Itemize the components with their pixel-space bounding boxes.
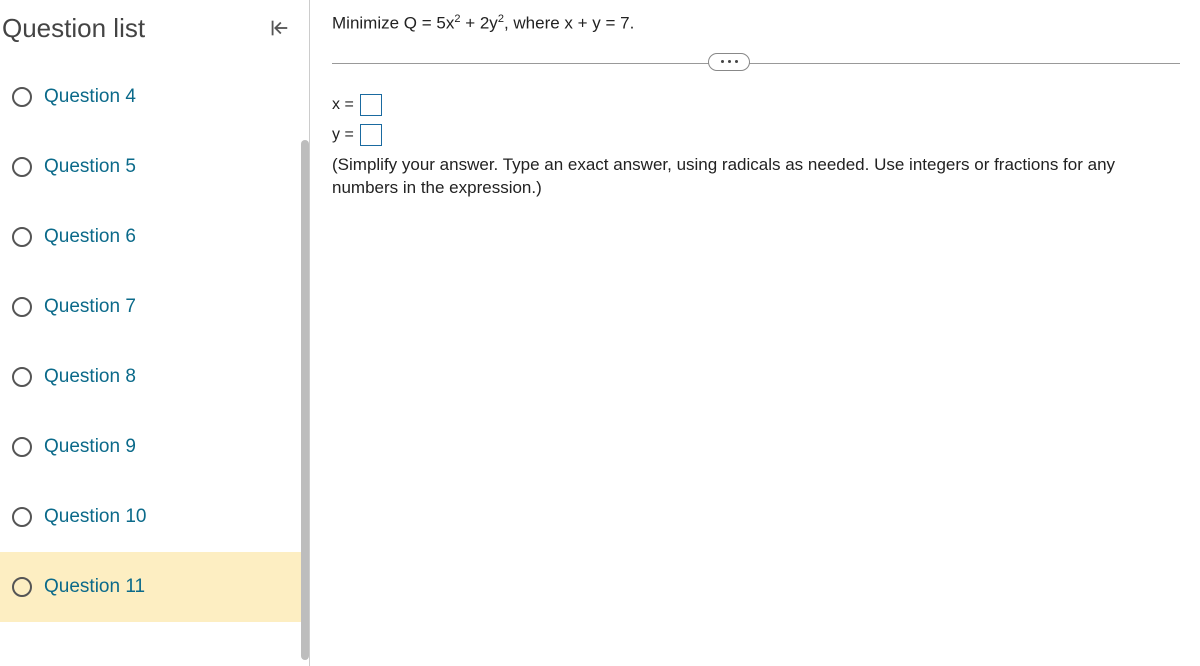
sidebar-item-question-10[interactable]: Question 10 xyxy=(0,482,309,552)
sidebar-item-question-9[interactable]: Question 9 xyxy=(0,412,309,482)
sidebar-item-question-7[interactable]: Question 7 xyxy=(0,272,309,342)
collapse-sidebar-button[interactable] xyxy=(263,12,295,44)
section-divider xyxy=(332,63,1180,64)
divider-line xyxy=(332,63,1180,64)
question-label: Question 10 xyxy=(44,506,146,528)
answer-row-y: y = xyxy=(332,124,1180,146)
radio-unselected-icon xyxy=(12,577,32,597)
question-label: Question 7 xyxy=(44,296,136,318)
radio-unselected-icon xyxy=(12,507,32,527)
question-prompt: Minimize Q = 5x2 + 2y2, where x + y = 7. xyxy=(332,12,1180,35)
sidebar-item-question-8[interactable]: Question 8 xyxy=(0,342,309,412)
sidebar-scrollbar-thumb[interactable] xyxy=(301,140,309,660)
question-content: Minimize Q = 5x2 + 2y2, where x + y = 7.… xyxy=(310,0,1200,666)
question-items: Question 4 Question 5 Question 6 Questio… xyxy=(0,62,309,666)
ellipsis-icon xyxy=(721,60,724,63)
answer-row-x: x = xyxy=(332,94,1180,116)
question-label: Question 5 xyxy=(44,156,136,178)
radio-unselected-icon xyxy=(12,87,32,107)
question-list-sidebar: Question list Question 4 Question 5 Ques… xyxy=(0,0,310,666)
radio-unselected-icon xyxy=(12,297,32,317)
question-label: Question 11 xyxy=(44,576,145,598)
prompt-text-2: + 2y xyxy=(460,14,497,33)
radio-unselected-icon xyxy=(12,227,32,247)
sidebar-item-question-6[interactable]: Question 6 xyxy=(0,202,309,272)
question-label: Question 4 xyxy=(44,86,136,108)
radio-unselected-icon xyxy=(12,157,32,177)
sidebar-item-question-4[interactable]: Question 4 xyxy=(0,62,309,132)
question-label: Question 9 xyxy=(44,436,136,458)
sidebar-header: Question list xyxy=(0,0,309,62)
collapse-left-icon xyxy=(268,17,290,39)
ellipsis-icon xyxy=(728,60,731,63)
x-label: x = xyxy=(332,96,354,114)
x-input[interactable] xyxy=(360,94,382,116)
question-label: Question 8 xyxy=(44,366,136,388)
prompt-text-3: , where x + y = 7. xyxy=(504,14,634,33)
y-label: y = xyxy=(332,126,354,144)
sidebar-item-question-5[interactable]: Question 5 xyxy=(0,132,309,202)
prompt-text-1: Minimize Q = 5x xyxy=(332,14,454,33)
question-label: Question 6 xyxy=(44,226,136,248)
y-input[interactable] xyxy=(360,124,382,146)
radio-unselected-icon xyxy=(12,367,32,387)
more-options-button[interactable] xyxy=(708,53,750,71)
sidebar-title: Question list xyxy=(2,13,145,44)
ellipsis-icon xyxy=(735,60,738,63)
sidebar-item-question-11[interactable]: Question 11 xyxy=(0,552,309,622)
radio-unselected-icon xyxy=(12,437,32,457)
answer-instructions: (Simplify your answer. Type an exact ans… xyxy=(332,154,1180,200)
